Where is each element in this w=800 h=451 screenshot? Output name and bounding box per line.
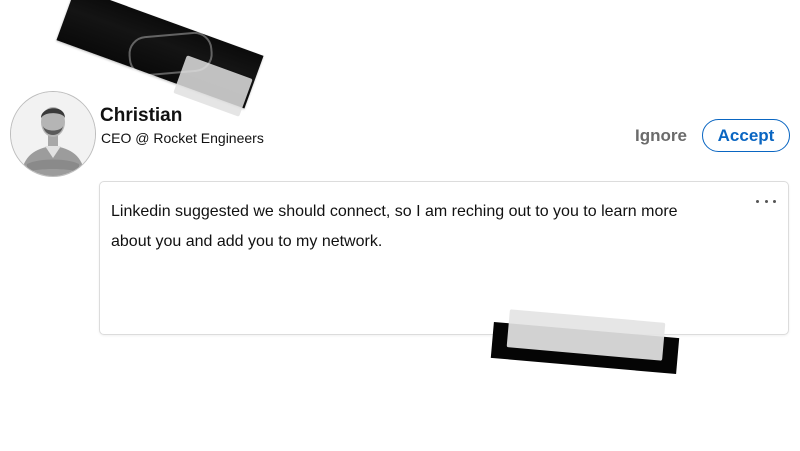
more-options-icon[interactable] (756, 194, 776, 208)
avatar[interactable] (10, 91, 96, 177)
invitation-message-card: Linkedin suggested we should connect, so… (99, 181, 789, 335)
profile-name[interactable]: Christian (100, 105, 182, 127)
profile-headline: CEO @ Rocket Engineers (101, 130, 264, 146)
more-dot (764, 199, 768, 203)
invitation-message-text: Linkedin suggested we should connect, so… (111, 203, 678, 250)
invitation-canvas: Christian CEO @ Rocket Engineers Ignore … (0, 0, 800, 451)
more-dot (756, 199, 759, 203)
avatar-photo-icon (11, 92, 95, 176)
more-dot (773, 199, 776, 203)
ignore-button[interactable]: Ignore (626, 122, 696, 150)
accept-button[interactable]: Accept (702, 119, 790, 152)
